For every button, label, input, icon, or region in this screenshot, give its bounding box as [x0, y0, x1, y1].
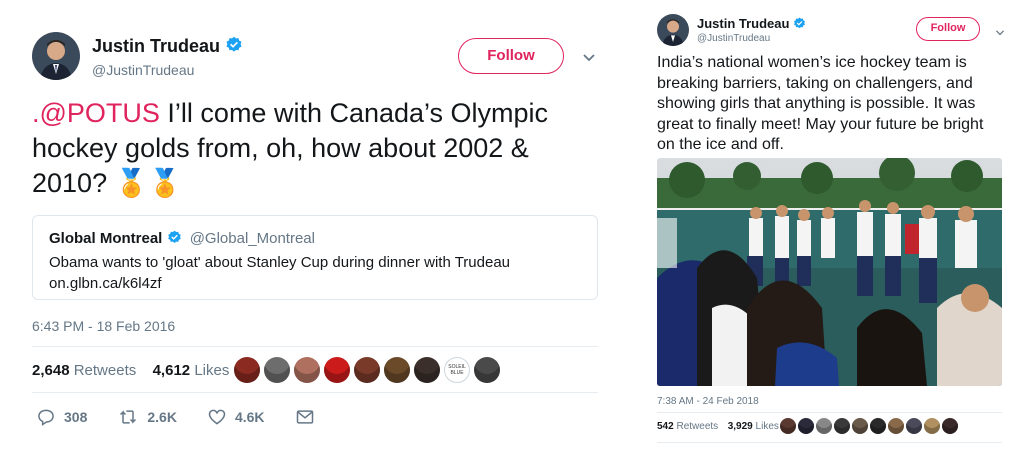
liker-avatar[interactable]: [384, 357, 410, 383]
author-name-text[interactable]: Justin Trudeau: [92, 36, 220, 56]
liker-avatar[interactable]: [474, 357, 500, 383]
verified-badge-icon: [794, 17, 806, 29]
divider: [32, 392, 598, 393]
like-label[interactable]: Likes: [756, 421, 779, 432]
quoted-tweet[interactable]: Global Montreal @Global_Montreal Obama w…: [32, 215, 598, 300]
liker-avatar[interactable]: [888, 418, 904, 434]
quoted-author-name[interactable]: Global Montreal: [49, 230, 162, 247]
retweet-count[interactable]: 2,648: [32, 362, 70, 379]
reply-icon: [38, 409, 54, 426]
like-count[interactable]: 3,929: [728, 421, 753, 432]
chevron-down-icon[interactable]: [995, 24, 1005, 42]
tweet-actions: 308 2.6K 4.6K: [36, 407, 345, 427]
reply-action[interactable]: 308: [36, 407, 87, 427]
follow-button[interactable]: Follow: [916, 17, 980, 41]
liker-avatar[interactable]: [780, 418, 796, 434]
tweet-timestamp[interactable]: 7:38 AM - 24 Feb 2018: [657, 396, 759, 407]
author-avatar[interactable]: [32, 32, 80, 80]
verified-badge-icon: [167, 230, 181, 243]
like-action[interactable]: 4.6K: [207, 407, 265, 427]
quoted-author[interactable]: Global Montreal @Global_Montreal: [49, 230, 315, 247]
retweet-label[interactable]: Retweets: [74, 362, 137, 379]
liker-avatar[interactable]: [798, 418, 814, 434]
retweet-count[interactable]: 542: [657, 421, 674, 432]
author-name-text[interactable]: Justin Trudeau: [697, 16, 789, 31]
envelope-icon: [296, 410, 313, 424]
tweet-stats: 542 Retweets 3,929 Likes: [657, 421, 779, 432]
heart-icon: [208, 409, 226, 425]
tweet-stats: 2,648 Retweets 4,612 Likes: [32, 362, 229, 379]
like-short-count: 4.6K: [234, 409, 265, 425]
liker-avatar[interactable]: [834, 418, 850, 434]
author-handle[interactable]: @JustinTrudeau: [92, 62, 194, 78]
liker-avatar[interactable]: [816, 418, 832, 434]
quoted-author-handle[interactable]: @Global_Montreal: [190, 230, 315, 247]
quoted-text: Obama wants to 'gloat' about Stanley Cup…: [49, 252, 589, 294]
divider: [32, 346, 598, 347]
follow-button[interactable]: Follow: [458, 38, 564, 74]
potus-mention-link[interactable]: .@POTUS: [32, 98, 160, 128]
quoted-text-body: Obama wants to 'gloat' about Stanley Cup…: [49, 254, 511, 271]
dm-action[interactable]: [295, 407, 315, 427]
reply-count: 308: [64, 409, 88, 425]
retweet-label[interactable]: Retweets: [676, 421, 718, 432]
verified-badge-icon: [226, 36, 242, 52]
liker-avatar[interactable]: [852, 418, 868, 434]
retweet-icon: [120, 410, 137, 424]
author-avatar[interactable]: [657, 14, 689, 46]
liker-avatar[interactable]: SOLEIL BLUE: [444, 357, 470, 383]
liker-avatar[interactable]: [924, 418, 940, 434]
liker-avatar[interactable]: [870, 418, 886, 434]
divider: [657, 442, 1002, 443]
tweet-timestamp[interactable]: 6:43 PM - 18 Feb 2016: [32, 318, 175, 334]
tweet-photo[interactable]: [657, 158, 1002, 386]
chevron-down-icon[interactable]: [582, 50, 596, 68]
tweet-text: India’s national women’s ice hockey team…: [657, 54, 984, 153]
liker-avatar[interactable]: [294, 357, 320, 383]
liker-avatar[interactable]: [906, 418, 922, 434]
liker-avatar[interactable]: [324, 357, 350, 383]
photo-hockey-team: [657, 158, 1002, 386]
liker-avatars: SOLEIL BLUE: [234, 357, 500, 383]
author-handle[interactable]: @JustinTrudeau: [697, 33, 770, 44]
author-name[interactable]: Justin Trudeau: [92, 36, 243, 57]
liker-avatars: [780, 418, 958, 434]
retweet-short-count: 2.6K: [147, 409, 177, 425]
author-name[interactable]: Justin Trudeau: [697, 16, 806, 31]
like-label[interactable]: Likes: [194, 362, 229, 379]
liker-avatar[interactable]: [264, 357, 290, 383]
tweet-card-hockey-team: Justin Trudeau @JustinTrudeau Follow Ind…: [640, 0, 1024, 454]
liker-badge-text: SOLEIL BLUE: [448, 364, 466, 376]
tweet-card-olympic: Justin Trudeau @JustinTrudeau Follow .@P…: [0, 0, 618, 454]
tweet-text: .@POTUS I’ll come with Canada’s Olympic …: [32, 96, 582, 201]
liker-avatar[interactable]: [942, 418, 958, 434]
divider: [657, 412, 1002, 413]
quoted-link[interactable]: on.glbn.ca/k6l4zf: [49, 273, 589, 294]
liker-avatar[interactable]: [354, 357, 380, 383]
retweet-action[interactable]: 2.6K: [117, 407, 177, 427]
like-count[interactable]: 4,612: [153, 362, 191, 379]
liker-avatar[interactable]: [234, 357, 260, 383]
liker-avatar[interactable]: [414, 357, 440, 383]
